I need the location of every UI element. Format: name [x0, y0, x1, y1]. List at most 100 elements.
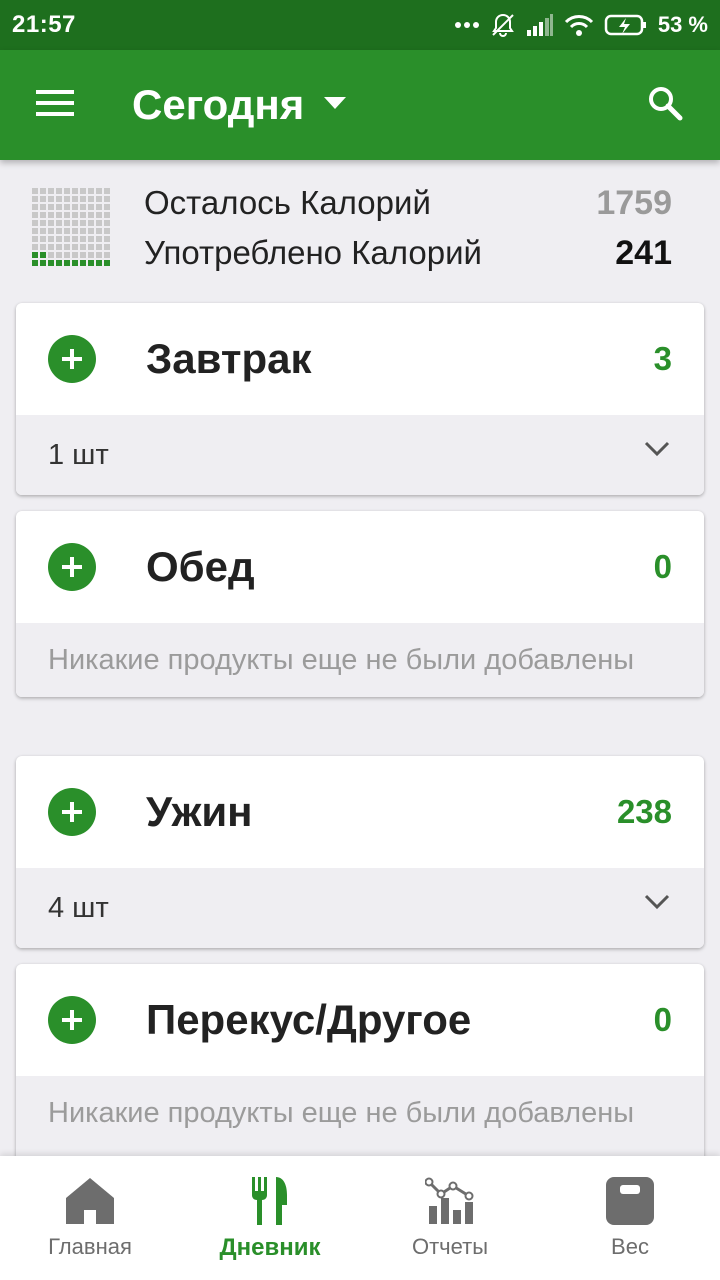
grid-cell	[80, 196, 86, 202]
grid-cell	[72, 188, 78, 194]
grid-cell	[64, 228, 70, 234]
grid-cell	[40, 204, 46, 210]
nav-item-diary[interactable]: Дневник	[180, 1156, 360, 1280]
plus-icon	[62, 349, 82, 369]
plus-icon	[62, 1010, 82, 1030]
grid-cell	[96, 220, 102, 226]
grid-cell	[32, 228, 38, 234]
grid-cell	[48, 244, 54, 250]
grid-cell	[40, 236, 46, 242]
grid-cell	[56, 220, 62, 226]
grid-cell	[88, 220, 94, 226]
nav-label: Главная	[48, 1234, 132, 1259]
grid-cell	[48, 204, 54, 210]
grid-cell	[80, 228, 86, 234]
grid-cell	[32, 236, 38, 242]
meal-name: Завтрак	[146, 335, 312, 382]
grid-cell	[48, 228, 54, 234]
grid-cell	[48, 196, 54, 202]
grid-cell	[88, 236, 94, 242]
meal-calories: 0	[653, 548, 672, 585]
empty-meal-text: Никакие продукты еще не были добавлены	[48, 644, 635, 676]
chevron-down-icon	[644, 441, 670, 457]
menu-button[interactable]	[0, 50, 110, 160]
add-food-button[interactable]	[48, 788, 96, 836]
meal-name: Ужин	[146, 788, 253, 835]
meal-calories: 238	[616, 793, 672, 830]
meal-item-count: 4 шт	[48, 891, 109, 924]
grid-cell	[64, 188, 70, 194]
grid-cell	[96, 196, 102, 202]
grid-cell	[56, 260, 62, 266]
search-button[interactable]	[610, 50, 720, 160]
nav-label: Вес	[611, 1234, 649, 1259]
grid-cell	[64, 212, 70, 218]
meal-header[interactable]: Обед 0	[16, 511, 704, 623]
scale-icon	[606, 1177, 654, 1225]
chart-icon	[425, 1177, 474, 1224]
grid-cell	[80, 236, 86, 242]
plus-icon	[62, 802, 82, 822]
add-food-button[interactable]	[48, 335, 96, 383]
grid-cell	[48, 220, 54, 226]
nav-item-reports[interactable]: Отчеты	[360, 1156, 540, 1280]
add-food-button[interactable]	[48, 543, 96, 591]
grid-cell	[88, 196, 94, 202]
grid-cell	[104, 236, 110, 242]
grid-cell	[32, 260, 38, 266]
grid-cell	[80, 188, 86, 194]
date-selector[interactable]: Сегодня	[132, 81, 347, 129]
grid-cell	[96, 244, 102, 250]
grid-cell	[88, 228, 94, 234]
grid-cell	[48, 260, 54, 266]
grid-cell	[104, 260, 110, 266]
meal-header[interactable]: Завтрак 3	[16, 303, 704, 415]
grid-cell	[72, 252, 78, 258]
grid-cell	[56, 212, 62, 218]
grid-cell	[72, 228, 78, 234]
grid-cell	[56, 252, 62, 258]
meal-card-breakfast: Завтрак 3 1 шт	[16, 303, 704, 495]
grid-cell	[104, 188, 110, 194]
meal-card-lunch: Обед 0 Никакие продукты еще не были доба…	[16, 511, 704, 697]
grid-cell	[40, 196, 46, 202]
meal-card-dinner: Ужин 238 4 шт	[16, 756, 704, 948]
grid-cell	[56, 188, 62, 194]
meal-card-snack: Перекус/Другое 0 Никакие продукты еще не…	[16, 964, 704, 1184]
grid-cell	[56, 244, 62, 250]
grid-cell	[40, 220, 46, 226]
remaining-label: Осталось Калорий	[144, 184, 431, 221]
grid-cell	[96, 228, 102, 234]
grid-cell	[96, 204, 102, 210]
grid-cell	[40, 228, 46, 234]
signal-icon	[526, 14, 554, 36]
grid-cell	[32, 244, 38, 250]
grid-cell	[64, 252, 70, 258]
grid-cell	[88, 188, 94, 194]
grid-cell	[64, 204, 70, 210]
grid-cell	[64, 236, 70, 242]
grid-cell	[64, 196, 70, 202]
grid-cell	[88, 204, 94, 210]
meal-header[interactable]: Ужин 238	[16, 756, 704, 868]
nav-label: Отчеты	[411, 1234, 489, 1259]
grid-cell	[64, 244, 70, 250]
meal-items-toggle[interactable]: 4 шт	[16, 868, 704, 948]
add-food-button[interactable]	[48, 996, 96, 1044]
nav-item-home[interactable]: Главная	[0, 1156, 180, 1280]
empty-meal-text: Никакие продукты еще не были добавлены	[48, 1097, 635, 1129]
meal-header[interactable]: Перекус/Другое 0	[16, 964, 704, 1076]
remaining-value: 1759	[596, 184, 672, 222]
grid-cell	[48, 252, 54, 258]
meal-items-toggle[interactable]: 1 шт	[16, 415, 704, 495]
grid-cell	[32, 252, 38, 258]
grid-cell	[96, 236, 102, 242]
grid-cell	[80, 220, 86, 226]
status-icons: 53 %	[454, 12, 708, 38]
grid-cell	[32, 212, 38, 218]
grid-cell	[40, 212, 46, 218]
nav-item-weight[interactable]: Вес	[540, 1156, 720, 1280]
grid-cell	[72, 196, 78, 202]
consumed-value: 241	[615, 234, 672, 272]
grid-cell	[88, 252, 94, 258]
